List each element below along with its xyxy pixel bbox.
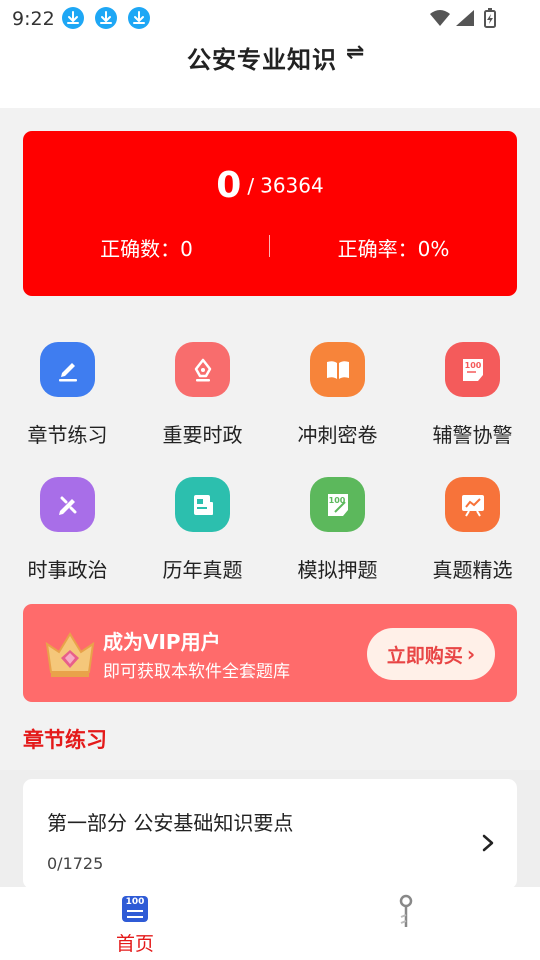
grid-label: 真题精选 — [432, 558, 513, 582]
grid-item-sprint-paper[interactable]: 冲刺密卷 — [270, 335, 405, 455]
grid-item-auxiliary-police[interactable]: 100 辅警协警 — [405, 335, 540, 455]
buy-now-button[interactable]: 立即购买 › — [367, 628, 495, 680]
chart-board-icon — [445, 477, 500, 532]
status-time: 9:22 — [12, 8, 55, 30]
grid-label: 章节练习 — [27, 423, 108, 447]
correct-count: 正确数：0 — [100, 237, 193, 261]
grid-label: 冲刺密卷 — [297, 423, 378, 447]
tab-other[interactable] — [270, 887, 540, 960]
score-100-icon: 100 — [445, 342, 500, 397]
grid-item-chapter-practice[interactable]: 章节练习 — [0, 335, 135, 455]
open-book-icon — [310, 342, 365, 397]
signal-icon — [456, 10, 474, 26]
download-icon — [62, 7, 84, 29]
stats-row: 正确数：0 正确率：0% — [23, 233, 517, 263]
svg-text:100: 100 — [464, 361, 481, 370]
download-icon — [128, 7, 150, 29]
header: 公安专业知识 ⇌ — [0, 36, 540, 108]
wifi-icon — [430, 10, 450, 26]
chevron-right-icon: › — [466, 642, 476, 666]
pen-nib-icon — [175, 342, 230, 397]
crown-icon — [45, 632, 95, 677]
grid-label: 时事政治 — [27, 558, 108, 582]
vip-subtitle: 即可获取本软件全套题库 — [103, 662, 290, 682]
grid-item-past-exams[interactable]: 历年真题 — [135, 470, 270, 590]
grid-item-selected-exams[interactable]: 真题精选 — [405, 470, 540, 590]
system-icons — [428, 8, 500, 28]
tab-bar: 100 首页 — [0, 887, 540, 960]
section-title: 章节练习 — [23, 728, 107, 752]
buy-now-label: 立即购买 — [386, 644, 463, 667]
key-icon — [399, 894, 413, 927]
correct-rate: 正确率：0% — [337, 237, 450, 261]
stats-separator: / — [247, 173, 255, 198]
grid-label: 辅警协警 — [432, 423, 513, 447]
grid-label: 历年真题 — [162, 558, 243, 582]
score-100-icon: 100 — [122, 896, 148, 922]
pencil-line-icon — [40, 342, 95, 397]
document-icon — [175, 477, 230, 532]
status-bar: 9:22 — [0, 0, 540, 36]
pencil-ruler-icon — [40, 477, 95, 532]
download-icon — [95, 7, 117, 29]
grid-item-important-politics[interactable]: 重要时政 — [135, 335, 270, 455]
page-title[interactable]: 公安专业知识 — [0, 40, 540, 75]
chapter-progress: 0/1725 — [47, 854, 104, 873]
grid-label: 重要时政 — [162, 423, 243, 447]
chapter-title: 第一部分 公安基础知识要点 — [47, 811, 294, 835]
tab-icon-text: 100 — [125, 897, 145, 907]
chevron-right-icon — [482, 834, 494, 852]
grid-item-mock-questions[interactable]: 100 模拟押题 — [270, 470, 405, 590]
grid-item-current-affairs[interactable]: 时事政治 — [0, 470, 135, 590]
vip-banner[interactable]: 成为VIP用户 即可获取本软件全套题库 立即购买 › — [23, 604, 517, 702]
switch-icon[interactable]: ⇌ — [346, 40, 364, 65]
stats-total: 0/36364 — [23, 165, 517, 206]
page-title-text: 公安专业知识 — [187, 46, 337, 74]
tab-home[interactable]: 100 首页 — [0, 887, 270, 960]
grid-label: 模拟押题 — [297, 558, 378, 582]
answered-count: 0 — [216, 165, 242, 206]
total-count: 36364 — [260, 173, 324, 198]
list-item[interactable]: 第一部分 公安基础知识要点 0/1725 — [23, 779, 517, 889]
score-100-green-icon: 100 — [310, 477, 365, 532]
vip-title: 成为VIP用户 — [103, 630, 221, 654]
stats-card: 0/36364 正确数：0 正确率：0% — [23, 131, 517, 296]
battery-icon — [484, 8, 496, 28]
tab-label: 首页 — [115, 933, 154, 955]
